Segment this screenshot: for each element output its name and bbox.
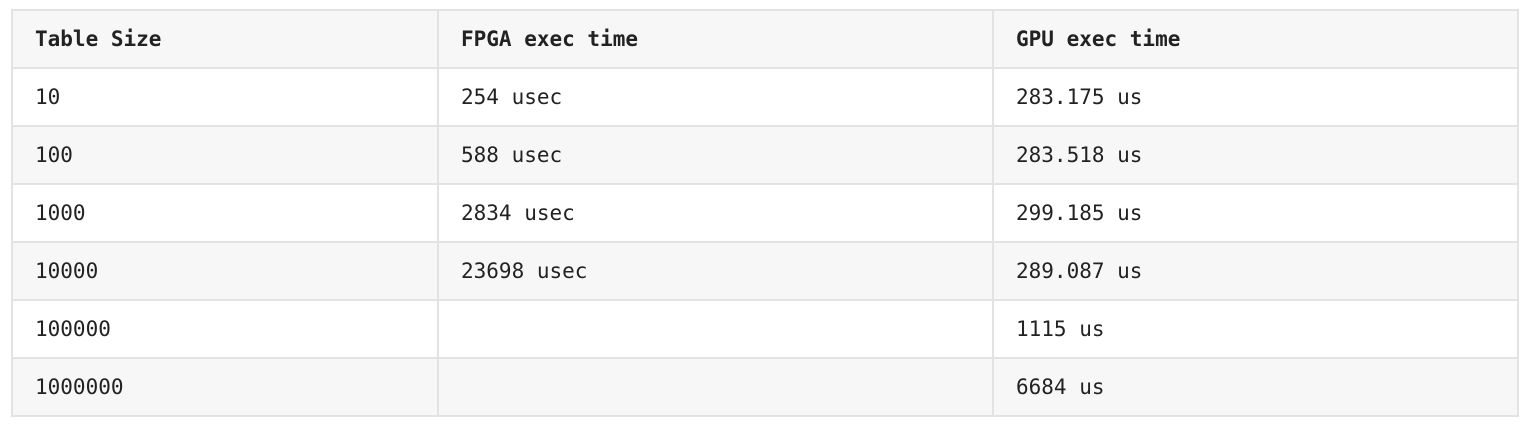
- cell-gpu-exec-time: 283.175 us: [992, 67, 1519, 127]
- cell-gpu-exec-time: 283.518 us: [992, 125, 1519, 185]
- cell-gpu-exec-time: 289.087 us: [992, 241, 1519, 301]
- table-header-row: Table Size FPGA exec time GPU exec time: [11, 9, 1519, 69]
- table-row: 10000 23698 usec 289.087 us: [11, 241, 1519, 301]
- cell-gpu-exec-time: 6684 us: [992, 357, 1519, 417]
- cell-table-size: 1000: [11, 183, 439, 243]
- table-row: 1000 2834 usec 299.185 us: [11, 183, 1519, 243]
- table-row: 100 588 usec 283.518 us: [11, 125, 1519, 185]
- results-table-container: Table Size FPGA exec time GPU exec time …: [11, 9, 1519, 417]
- cell-table-size: 10000: [11, 241, 439, 301]
- cell-gpu-exec-time: 299.185 us: [992, 183, 1519, 243]
- cell-fpga-exec-time: 588 usec: [437, 125, 994, 185]
- header-table-size: Table Size: [11, 9, 439, 69]
- cell-table-size: 100000: [11, 299, 439, 359]
- cell-fpga-exec-time: [437, 299, 994, 359]
- cell-table-size: 100: [11, 125, 439, 185]
- header-fpga-exec-time: FPGA exec time: [437, 9, 994, 69]
- table-row: 100000 1115 us: [11, 299, 1519, 359]
- cell-gpu-exec-time: 1115 us: [992, 299, 1519, 359]
- table-row: 1000000 6684 us: [11, 357, 1519, 417]
- cell-fpga-exec-time: 2834 usec: [437, 183, 994, 243]
- cell-fpga-exec-time: 23698 usec: [437, 241, 994, 301]
- exec-time-table: Table Size FPGA exec time GPU exec time …: [11, 9, 1519, 417]
- cell-fpga-exec-time: 254 usec: [437, 67, 994, 127]
- cell-fpga-exec-time: [437, 357, 994, 417]
- header-gpu-exec-time: GPU exec time: [992, 9, 1519, 69]
- cell-table-size: 10: [11, 67, 439, 127]
- cell-table-size: 1000000: [11, 357, 439, 417]
- table-row: 10 254 usec 283.175 us: [11, 67, 1519, 127]
